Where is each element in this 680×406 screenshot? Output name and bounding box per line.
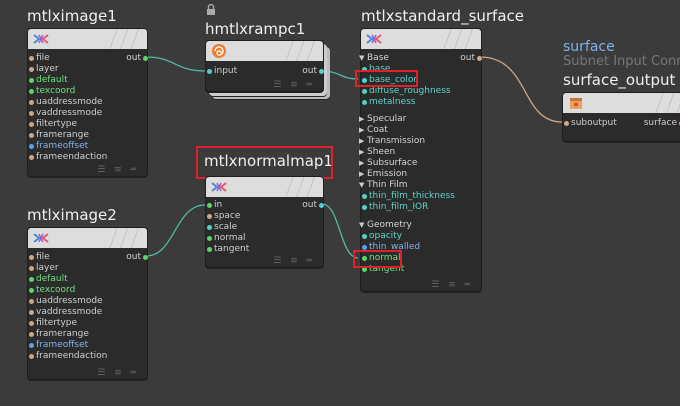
output-port-out[interactable]: out (302, 200, 324, 211)
input-port-filtertype[interactable]: filtertype (29, 318, 77, 329)
node-mtlxnormalmap1[interactable]: out in space scale normal tangent ☰ ≡ ═ (205, 176, 324, 268)
input-port-normal[interactable]: normal (362, 253, 401, 264)
section-toggle-specular[interactable]: ▶ Specular (359, 114, 406, 125)
node-header[interactable] (206, 41, 323, 61)
output-port-out[interactable]: out (126, 252, 148, 263)
input-port-thin-walled[interactable]: thin_walled (362, 242, 420, 253)
input-port-scale[interactable]: scale (207, 222, 237, 233)
node-footer: ☰ ≡ ═ (28, 366, 147, 379)
input-port-opacity[interactable]: opacity (362, 231, 402, 242)
node-header[interactable] (361, 29, 481, 49)
input-port-vaddressmode[interactable]: vaddressmode (29, 108, 102, 119)
node-footer: ☰ ≡ ═ (361, 278, 481, 291)
input-port-layer[interactable]: layer (29, 64, 59, 75)
materialx-icon (211, 182, 227, 192)
output-port-out[interactable]: out (302, 66, 324, 77)
input-port-metalness[interactable]: metalness (362, 97, 415, 108)
lock-icon[interactable] (206, 4, 216, 16)
materialx-icon (33, 34, 49, 44)
section-toggle-transmission[interactable]: ▶ Transmission (359, 136, 425, 147)
node-title-mtlxstandard-surface: mtlxstandard_surface (361, 7, 525, 25)
input-port-filtertype[interactable]: filtertype (29, 119, 77, 130)
materialx-icon (366, 34, 382, 44)
wire-image1-to-ramp (145, 56, 206, 72)
node-surface-output[interactable]: suboutput surface (562, 92, 680, 142)
input-port-thin-film-thickness[interactable]: thin_film_thickness (362, 191, 455, 202)
section-toggle-emission[interactable]: ▶ Emission (359, 169, 407, 180)
section-toggle-subsurface[interactable]: ▶ Subsurface (359, 158, 417, 169)
node-footer: ☰ ≡ ═ (206, 78, 323, 91)
input-port-base-color[interactable]: base_color (362, 75, 417, 86)
input-port-normal[interactable]: normal (207, 233, 246, 244)
node-footer (563, 128, 680, 141)
input-port-space[interactable]: space (207, 211, 240, 222)
node-header[interactable] (206, 177, 323, 197)
input-port-layer[interactable]: layer (29, 263, 59, 274)
node-title-mtlximage2: mtlximage2 (27, 206, 117, 224)
node-title-mtlximage1: mtlximage1 (27, 7, 117, 25)
node-hmtlxrampc1[interactable]: input out ☰ ≡ ═ (205, 40, 324, 92)
input-port-file[interactable]: file (29, 252, 50, 263)
wire-standard-to-output (479, 56, 563, 123)
node-mtlxstandard-surface[interactable]: out ▼ Base base base_color diffuse_roughn… (359, 28, 482, 292)
wire-image2-to-normalmap (145, 204, 206, 257)
input-port-diffuse-roughness[interactable]: diffuse_roughness (362, 86, 451, 97)
materialx-icon (33, 233, 49, 243)
input-port-frameendaction[interactable]: frameendaction (29, 152, 107, 163)
node-label-surface: surface (563, 39, 615, 55)
input-port-default[interactable]: default (29, 75, 68, 86)
node-title-surface-output: surface_output (563, 71, 676, 89)
input-port-default[interactable]: default (29, 274, 68, 285)
section-toggle-base[interactable]: ▼ Base (359, 53, 389, 64)
node-title-mtlxnormalmap1: mtlxnormalmap1 (204, 152, 333, 170)
input-port-vaddressmode[interactable]: vaddressmode (29, 307, 102, 318)
input-port-framerange[interactable]: framerange (29, 130, 89, 141)
input-port-base[interactable]: base (362, 64, 390, 75)
subnet-box-icon (570, 98, 582, 109)
input-port-file[interactable]: file (29, 53, 50, 64)
input-port-uaddressmode[interactable]: uaddressmode (29, 296, 103, 307)
wire-normalmap-to-normal (321, 203, 359, 259)
node-header[interactable] (28, 228, 147, 248)
section-toggle-sheen[interactable]: ▶ Sheen (359, 147, 395, 158)
input-port-texcoord[interactable]: texcoord (29, 86, 75, 97)
input-port-frameoffset[interactable]: frameoffset (29, 340, 88, 351)
input-port-tangent[interactable]: tangent (362, 264, 404, 275)
input-port-frameoffset[interactable]: frameoffset (29, 141, 88, 152)
houdini-swirl-icon (212, 44, 226, 58)
input-port-in[interactable]: in (207, 200, 222, 211)
input-port-thin-film-ior[interactable]: thin_film_IOR (362, 202, 428, 213)
output-port-out[interactable]: out (126, 53, 148, 64)
node-header[interactable] (563, 93, 680, 113)
section-toggle-thin-film[interactable]: ▼ Thin Film (359, 180, 408, 191)
node-mtlximage1[interactable]: out file layer default texcoord uaddress… (27, 28, 148, 177)
section-toggle-coat[interactable]: ▶ Coat (359, 125, 388, 136)
input-port-texcoord[interactable]: texcoord (29, 285, 75, 296)
node-footer: ☰ ≡ ═ (28, 163, 147, 176)
node-footer: ☰ ≡ ═ (206, 254, 323, 267)
input-port-uaddressmode[interactable]: uaddressmode (29, 97, 103, 108)
input-port-frameendaction[interactable]: frameendaction (29, 351, 107, 362)
node-subtitle: Subnet Input Conn (563, 54, 680, 69)
node-mtlximage2[interactable]: out file layer default texcoord uaddress… (27, 227, 148, 380)
input-port-framerange[interactable]: framerange (29, 329, 89, 340)
output-port-out[interactable]: out (460, 53, 482, 64)
input-port-input[interactable]: input (207, 66, 237, 77)
node-header[interactable] (28, 29, 147, 49)
section-toggle-geometry[interactable]: ▼ Geometry (359, 220, 412, 231)
node-title-hmtlxrampc1: hmtlxrampc1 (205, 20, 306, 38)
